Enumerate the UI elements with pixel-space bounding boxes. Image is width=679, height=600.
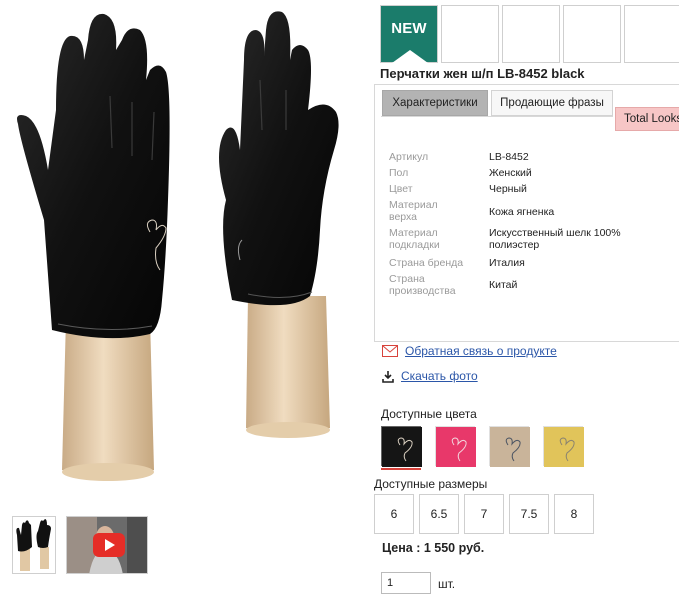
thumbnail-video[interactable] bbox=[66, 516, 148, 574]
spec-label: Материал подкладки bbox=[389, 227, 440, 251]
spec-label: Пол bbox=[389, 167, 409, 179]
spec-value: Искусственный шелк 100% полиэстер bbox=[489, 227, 621, 251]
available-colors-label: Доступные цвета bbox=[381, 407, 477, 421]
tabs-divider bbox=[381, 116, 613, 117]
size-option[interactable]: 7 bbox=[464, 494, 504, 534]
size-option[interactable]: 6.5 bbox=[419, 494, 459, 534]
spec-label: Артикул bbox=[389, 151, 429, 163]
color-swatches bbox=[381, 426, 584, 467]
tab-total-looks[interactable]: Total Looks bbox=[615, 107, 679, 131]
download-link-row: Скачать фото bbox=[382, 369, 478, 383]
spec-value: Женский bbox=[489, 167, 532, 179]
color-swatch-pink[interactable] bbox=[435, 426, 476, 467]
play-icon[interactable] bbox=[93, 533, 125, 557]
badge-slot bbox=[624, 5, 679, 63]
feedback-link-row: Обратная связь о продукте bbox=[382, 344, 557, 358]
spec-label: Страна бренда bbox=[389, 257, 464, 269]
badge-slot bbox=[563, 5, 621, 63]
selected-color-indicator bbox=[381, 468, 421, 470]
feedback-link[interactable]: Обратная связь о продукте bbox=[405, 344, 557, 358]
available-sizes-label: Доступные размеры bbox=[374, 477, 488, 491]
spec-value: Кожа ягненка bbox=[489, 206, 555, 218]
download-photo-link[interactable]: Скачать фото bbox=[401, 369, 478, 383]
quantity-unit: шт. bbox=[438, 577, 456, 591]
size-options: 6 6.5 7 7.5 8 bbox=[374, 494, 594, 534]
size-option[interactable]: 6 bbox=[374, 494, 414, 534]
spec-label: Материал верха bbox=[389, 199, 438, 223]
color-swatch-black[interactable] bbox=[381, 426, 422, 467]
tab-selling-phrases[interactable]: Продающие фразы bbox=[491, 90, 613, 116]
product-tabs-panel: Характеристики Продающие фразы Total Loo… bbox=[374, 84, 679, 342]
product-title: Перчатки жен ш/п LB-8452 black bbox=[380, 66, 585, 81]
spec-value: Италия bbox=[489, 257, 525, 269]
product-main-image[interactable] bbox=[0, 0, 372, 500]
color-swatch-beige[interactable] bbox=[489, 426, 530, 467]
spec-value: Китай bbox=[489, 279, 518, 291]
spec-label: Цвет bbox=[389, 183, 413, 195]
new-badge: NEW bbox=[380, 5, 438, 63]
size-option[interactable]: 7.5 bbox=[509, 494, 549, 534]
spec-value: LB-8452 bbox=[489, 151, 529, 163]
tab-characteristics[interactable]: Характеристики bbox=[382, 90, 488, 116]
color-swatch-yellow[interactable] bbox=[543, 426, 584, 467]
thumbnail-photo[interactable] bbox=[12, 516, 56, 574]
spec-value: Черный bbox=[489, 183, 527, 195]
envelope-icon bbox=[382, 345, 398, 357]
badge-slot bbox=[502, 5, 560, 63]
price: Цена : 1 550 руб. bbox=[382, 541, 485, 555]
spec-label: Страна производства bbox=[389, 273, 456, 297]
badge-slot bbox=[441, 5, 499, 63]
download-icon bbox=[382, 370, 394, 383]
quantity-input[interactable] bbox=[381, 572, 431, 594]
new-badge-label: NEW bbox=[391, 20, 427, 37]
size-option[interactable]: 8 bbox=[554, 494, 594, 534]
